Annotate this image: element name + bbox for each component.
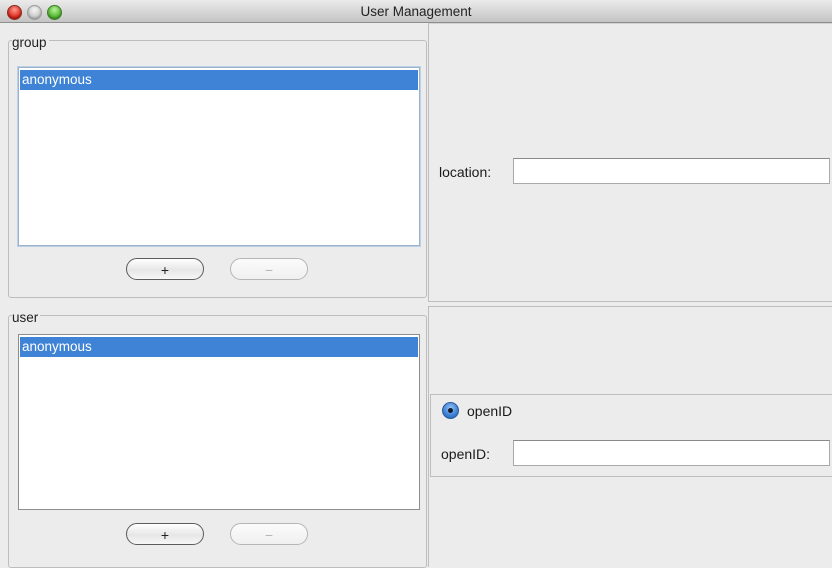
remove-user-button[interactable]: − <box>230 523 308 545</box>
remove-group-button[interactable]: − <box>230 258 308 280</box>
user-panel-legend: user <box>12 310 41 325</box>
group-list-item[interactable]: anonymous <box>20 70 418 90</box>
location-label: location: <box>439 164 492 180</box>
openid-input[interactable] <box>513 440 830 466</box>
group-panel-legend: group <box>12 35 49 50</box>
openid-radio-label[interactable]: openID <box>467 403 512 419</box>
openid-field-label: openID: <box>441 446 491 462</box>
user-list-item[interactable]: anonymous <box>20 337 418 357</box>
location-input[interactable] <box>513 158 830 184</box>
openid-radio-icon[interactable] <box>442 402 459 419</box>
add-user-button[interactable]: + <box>126 523 204 545</box>
group-list[interactable]: anonymous <box>18 67 420 246</box>
add-group-button[interactable]: + <box>126 258 204 280</box>
window-titlebar[interactable]: User Management <box>0 0 832 23</box>
user-list[interactable]: anonymous <box>18 334 420 510</box>
window-title: User Management <box>360 4 472 19</box>
